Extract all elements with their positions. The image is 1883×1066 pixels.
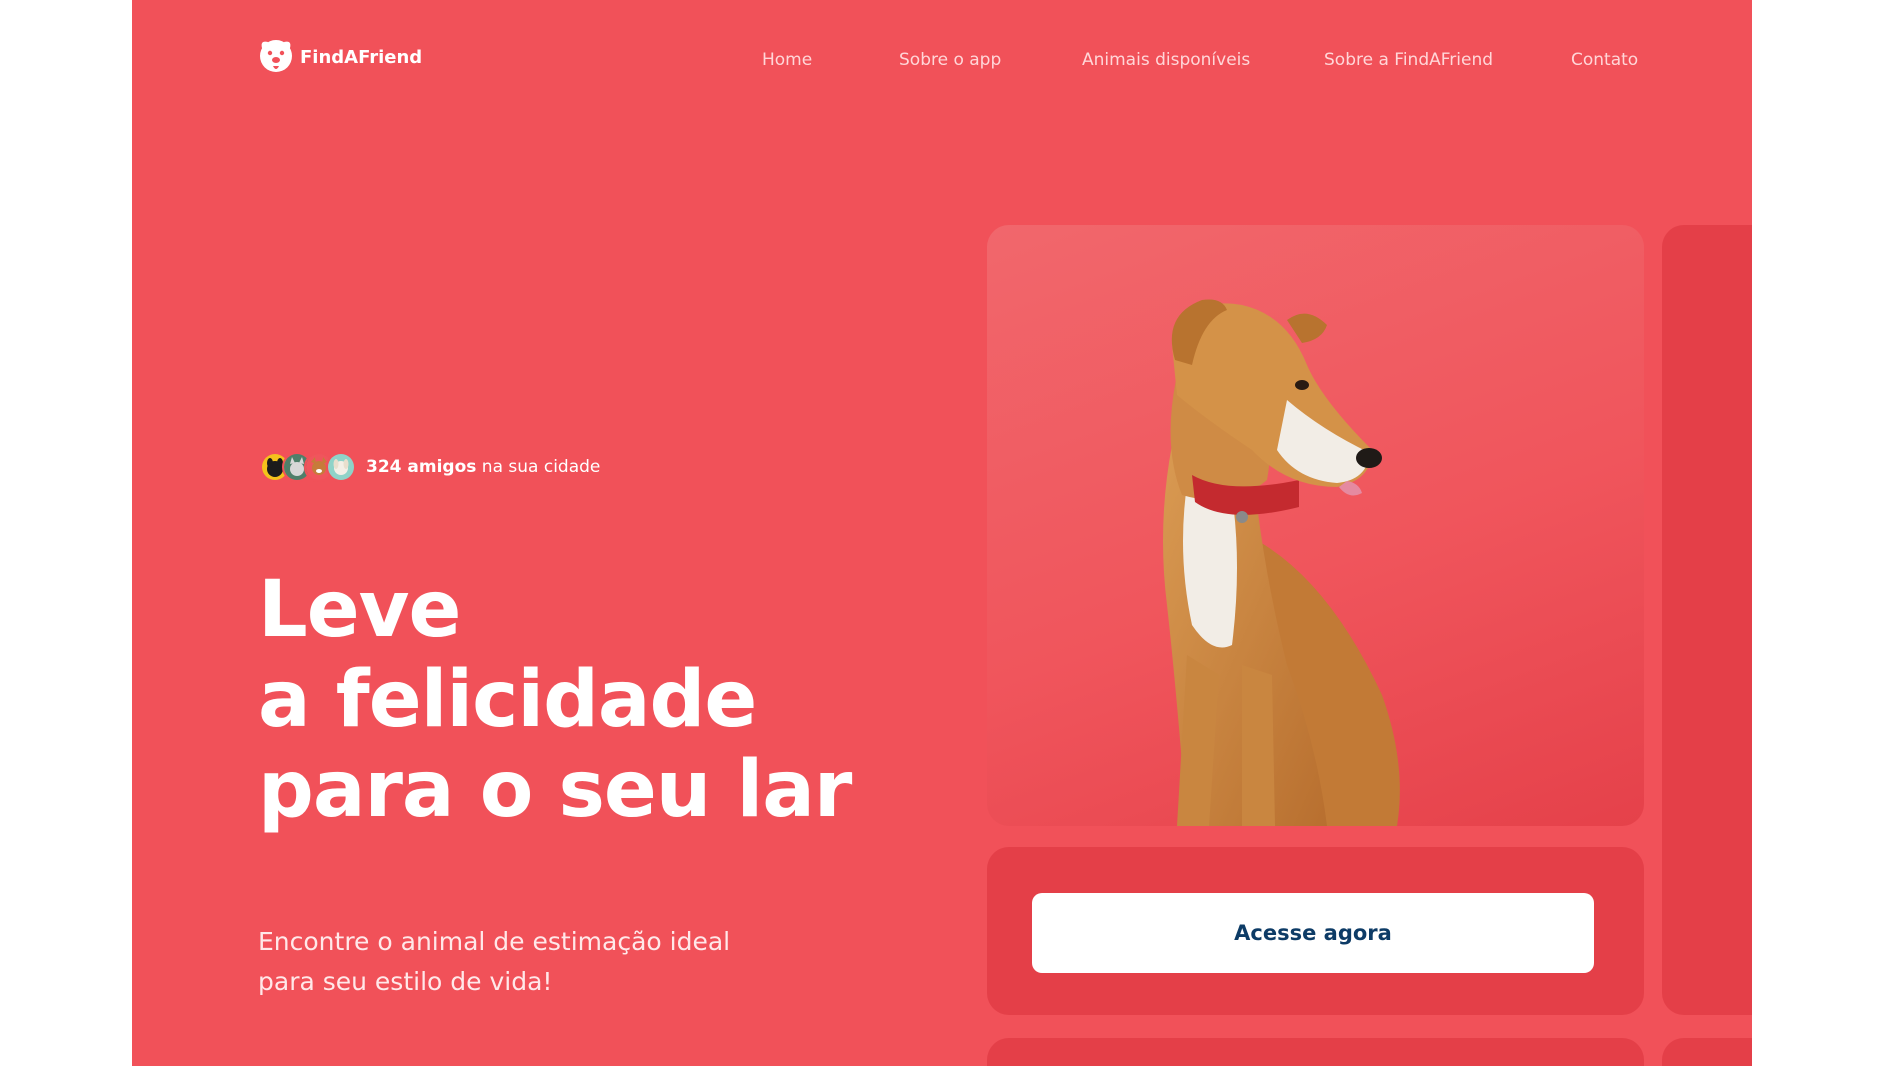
pet-avatars bbox=[260, 452, 356, 482]
friends-count-number: 324 amigos bbox=[366, 457, 477, 477]
pet-avatar-dog-white bbox=[326, 452, 356, 482]
headline-line-2: a felicidade bbox=[258, 655, 757, 745]
nav-about-app-link[interactable]: Sobre o app bbox=[899, 50, 1001, 70]
side-card bbox=[1662, 225, 1752, 1015]
headline-line-3: para o seu lar bbox=[258, 745, 852, 835]
nav-available-animals-link[interactable]: Animais disponíveis bbox=[1082, 50, 1250, 70]
friends-count-text: 324 amigos na sua cidade bbox=[366, 457, 600, 477]
main-navigation: Home Sobre o app Animais disponíveis Sob… bbox=[132, 50, 1752, 74]
hero-headline: Leve a felicidade para o seu lar bbox=[258, 565, 852, 835]
access-now-button[interactable]: Acesse agora bbox=[1032, 893, 1594, 973]
nav-contact-link[interactable]: Contato bbox=[1571, 50, 1638, 70]
friends-count-badge: 324 amigos na sua cidade bbox=[260, 452, 600, 482]
dog-photo bbox=[1163, 299, 1400, 826]
hero-image-card bbox=[987, 225, 1644, 826]
headline-line-1: Leve bbox=[258, 565, 461, 655]
landing-page: FindAFriend Home Sobre o app Animais dis… bbox=[132, 0, 1752, 1066]
hero-subtitle: Encontre o animal de estimação ideal par… bbox=[258, 927, 731, 996]
nav-about-company-link[interactable]: Sobre a FindAFriend bbox=[1324, 50, 1493, 70]
friends-count-suffix: na sua cidade bbox=[476, 457, 601, 477]
bottom-card-left bbox=[987, 1038, 1644, 1066]
nav-home-link[interactable]: Home bbox=[762, 50, 812, 70]
cta-card: Acesse agora bbox=[987, 847, 1644, 1015]
bottom-card-right bbox=[1662, 1038, 1752, 1066]
